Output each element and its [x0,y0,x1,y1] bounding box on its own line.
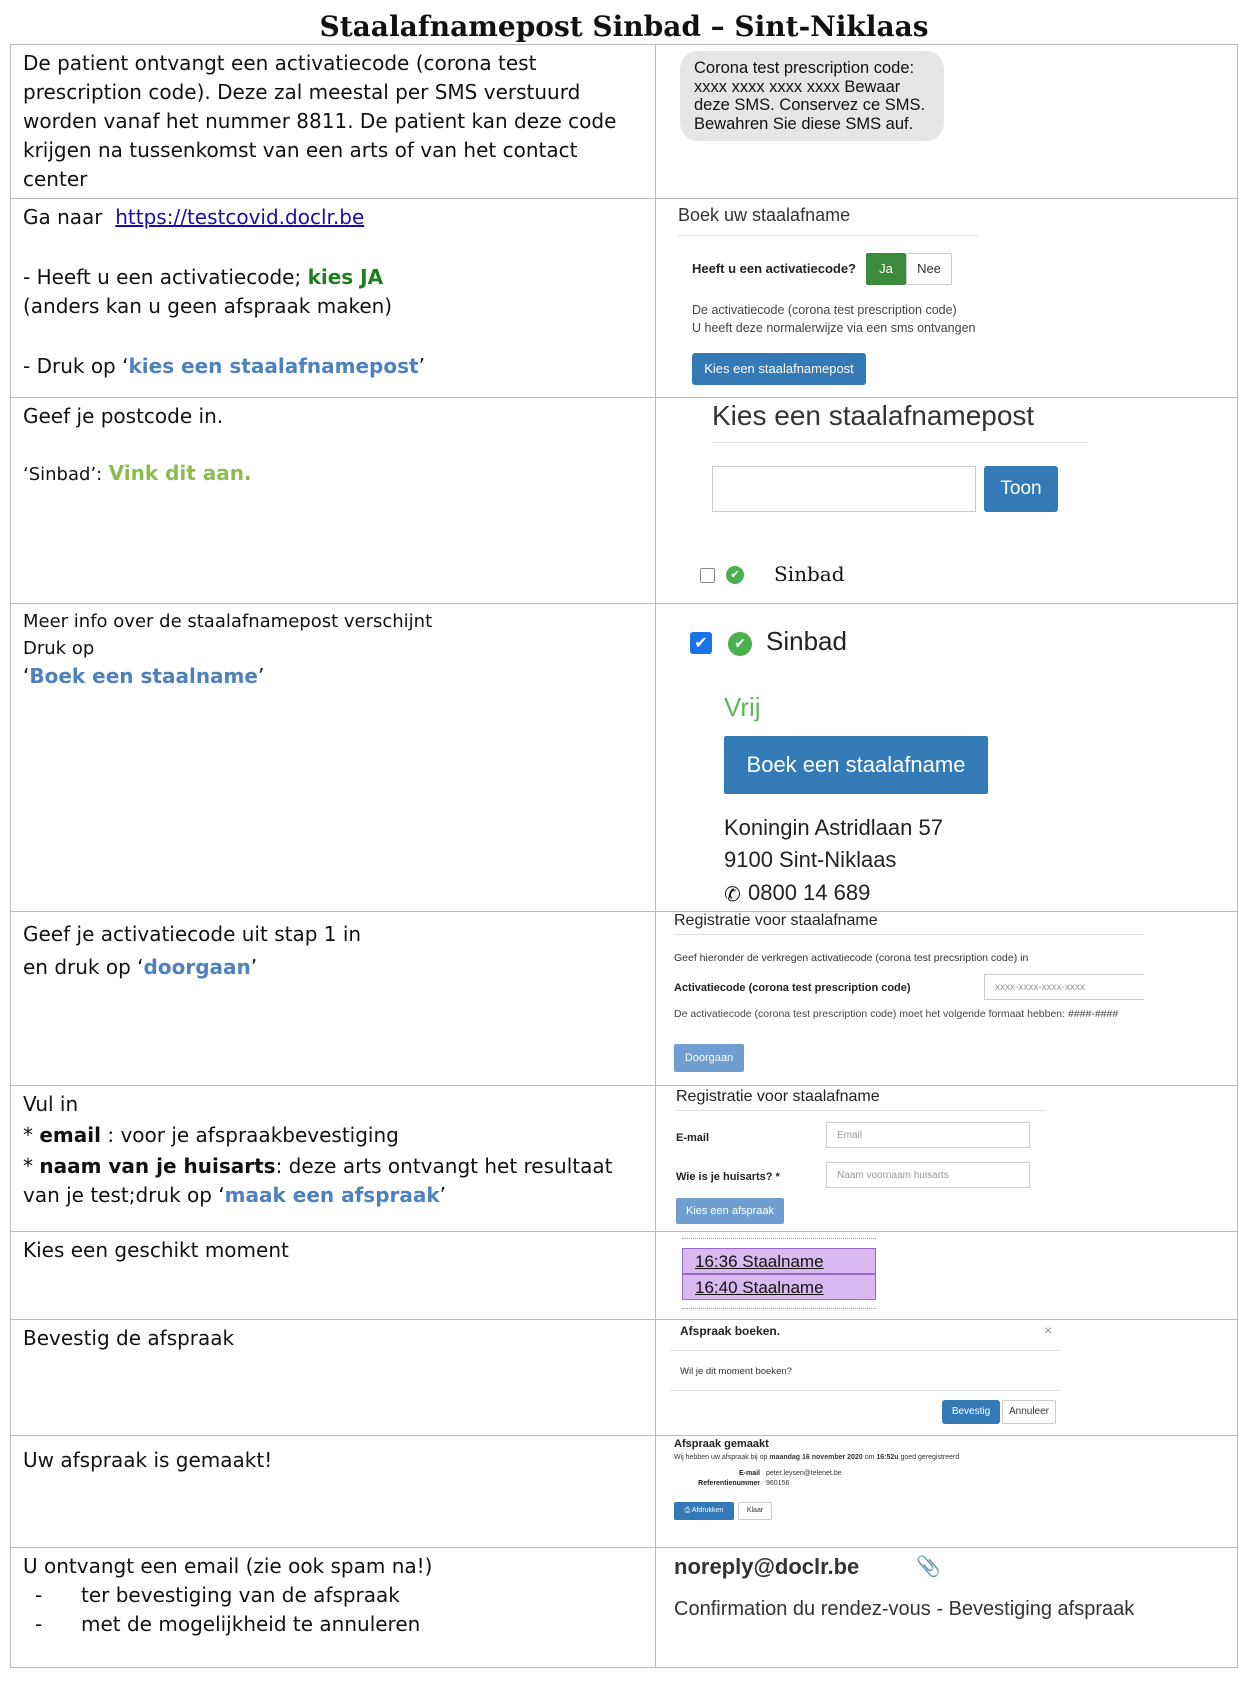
step-row-site-info: Meer info over de staalafnamepost versch… [10,603,1238,912]
step-screenshot: Boek uw staalafname Heeft u een activati… [655,198,1238,398]
sinbad-checkbox-checked[interactable]: ✔ [690,632,712,654]
step-text: Uw afspraak is gemaakt! [10,1435,656,1548]
step-screenshot: Kies een staalafnamepost Toon ✔ Sinbad [655,397,1238,604]
instruction-table: De patient ontvangt een activatiecode (c… [10,44,1238,1668]
step-row-activation-code: De patient ontvangt een activatiecode (c… [10,44,1238,199]
step-screenshot: ✔ ✔ Sinbad Vrij Boek een staalafname Kon… [655,603,1238,912]
step-row-details: Vul in * email : voor je afspraakbevesti… [10,1085,1238,1232]
step-row-postcode: Geef je postcode in. ‘Sinbad’: Vink dit … [10,397,1238,604]
testsite-heading: Kies een staalafnamepost [712,400,1035,431]
step-text: U ontvangt een email (zie ook spam na!) … [10,1547,656,1668]
availability-status: Vrij [724,692,761,722]
step-text: Kies een geschikt moment [10,1231,656,1320]
no-button[interactable]: Nee [906,253,952,285]
postcode-input[interactable] [712,466,976,512]
close-icon[interactable]: × [1044,1322,1052,1338]
step-row-website: Ga naar https://testcovid.doclr.be - Hee… [10,198,1238,398]
doctor-input[interactable]: Naam voornaam huisarts [826,1162,1030,1188]
yes-button[interactable]: Ja [866,253,906,285]
step-screenshot: Afspraak boeken. × Wil je dit moment boe… [655,1319,1238,1436]
check-circle-icon: ✔ [728,632,752,656]
confirm-button[interactable]: Bevestig [942,1400,1000,1424]
time-slot[interactable]: 16:36 Staalname [682,1248,876,1274]
email-sender: noreply@doclr.be [674,1554,860,1579]
activation-code-input[interactable]: xxxx-xxxx-xxxx-xxxx [984,974,1144,1000]
step-row-time-slot: Kies een geschikt moment 16:36 Staalname… [10,1231,1238,1320]
email-input[interactable]: Email [826,1122,1030,1148]
step-row-email: U ontvangt een email (zie ook spam na!) … [10,1547,1238,1668]
sms-bubble: Corona test prescription code: xxxx xxxx… [680,51,944,141]
step-text: Geef je postcode in. ‘Sinbad’: Vink dit … [10,397,656,604]
step-screenshot: Corona test prescription code: xxxx xxxx… [655,44,1238,199]
paperclip-icon: 📎 [916,1554,941,1578]
choose-testsite-button[interactable]: Kies een staalafnamepost [692,353,866,385]
choose-appointment-button[interactable]: Kies een afspraak [676,1198,784,1224]
book-sample-button[interactable]: Boek een staalafname [724,736,988,794]
step-screenshot: noreply@doclr.be 📎 Confirmation du rende… [655,1547,1238,1668]
step-text: Geef je activatiecode uit stap 1 in en d… [10,911,656,1086]
show-button[interactable]: Toon [984,466,1058,512]
page-title: Staalafnamepost Sinbad – Sint-Niklaas [10,10,1238,45]
step-row-confirmation: Uw afspraak is gemaakt! Afspraak gemaakt… [10,1435,1238,1548]
phone-number: 0800 14 689 [748,880,871,905]
check-circle-icon: ✔ [726,566,744,584]
step-row-activation-entry: Geef je activatiecode uit stap 1 in en d… [10,911,1238,1086]
step-row-confirm: Bevestig de afspraak Afspraak boeken. × … [10,1319,1238,1436]
done-button[interactable]: Klaar [738,1502,772,1520]
testcovid-link[interactable]: https://testcovid.doclr.be [115,205,364,229]
email-bullets: ter bevestiging van de afspraak met de m… [23,1581,643,1639]
cancel-button[interactable]: Annuleer [1002,1400,1056,1424]
sinbad-checkbox[interactable] [700,568,715,583]
step-text: Bevestig de afspraak [10,1319,656,1436]
phone-icon: ✆ [724,882,741,906]
sinbad-label: Sinbad [774,562,845,586]
list-item: met de mogelijkheid te annuleren [35,1610,643,1639]
step-text: De patient ontvangt een activatiecode (c… [10,44,656,199]
step-text: Meer info over de staalafnamepost versch… [10,603,656,912]
time-slot[interactable]: 16:40 Staalname [682,1274,876,1300]
list-item: ter bevestiging van de afspraak [35,1581,643,1610]
print-button[interactable]: ⎙ Afdrukken [674,1502,734,1520]
step-screenshot: Afspraak gemaakt Wij hebben uw afspraak … [655,1435,1238,1548]
booking-heading: Boek uw staalafname [678,205,851,225]
continue-button[interactable]: Doorgaan [674,1044,744,1072]
printer-icon: ⎙ [684,1507,691,1514]
step-text: Vul in * email : voor je afspraakbevesti… [10,1085,656,1232]
step-text: Ga naar https://testcovid.doclr.be - Hee… [10,198,656,398]
email-subject: Confirmation du rendez-vous - Bevestigin… [674,1598,1135,1620]
step-screenshot: Registratie voor staalafname E-mail Emai… [655,1085,1238,1232]
step-screenshot: Registratie voor staalafname Geef hieron… [655,911,1238,1086]
step-screenshot: 16:36 Staalname 16:40 Staalname [655,1231,1238,1320]
